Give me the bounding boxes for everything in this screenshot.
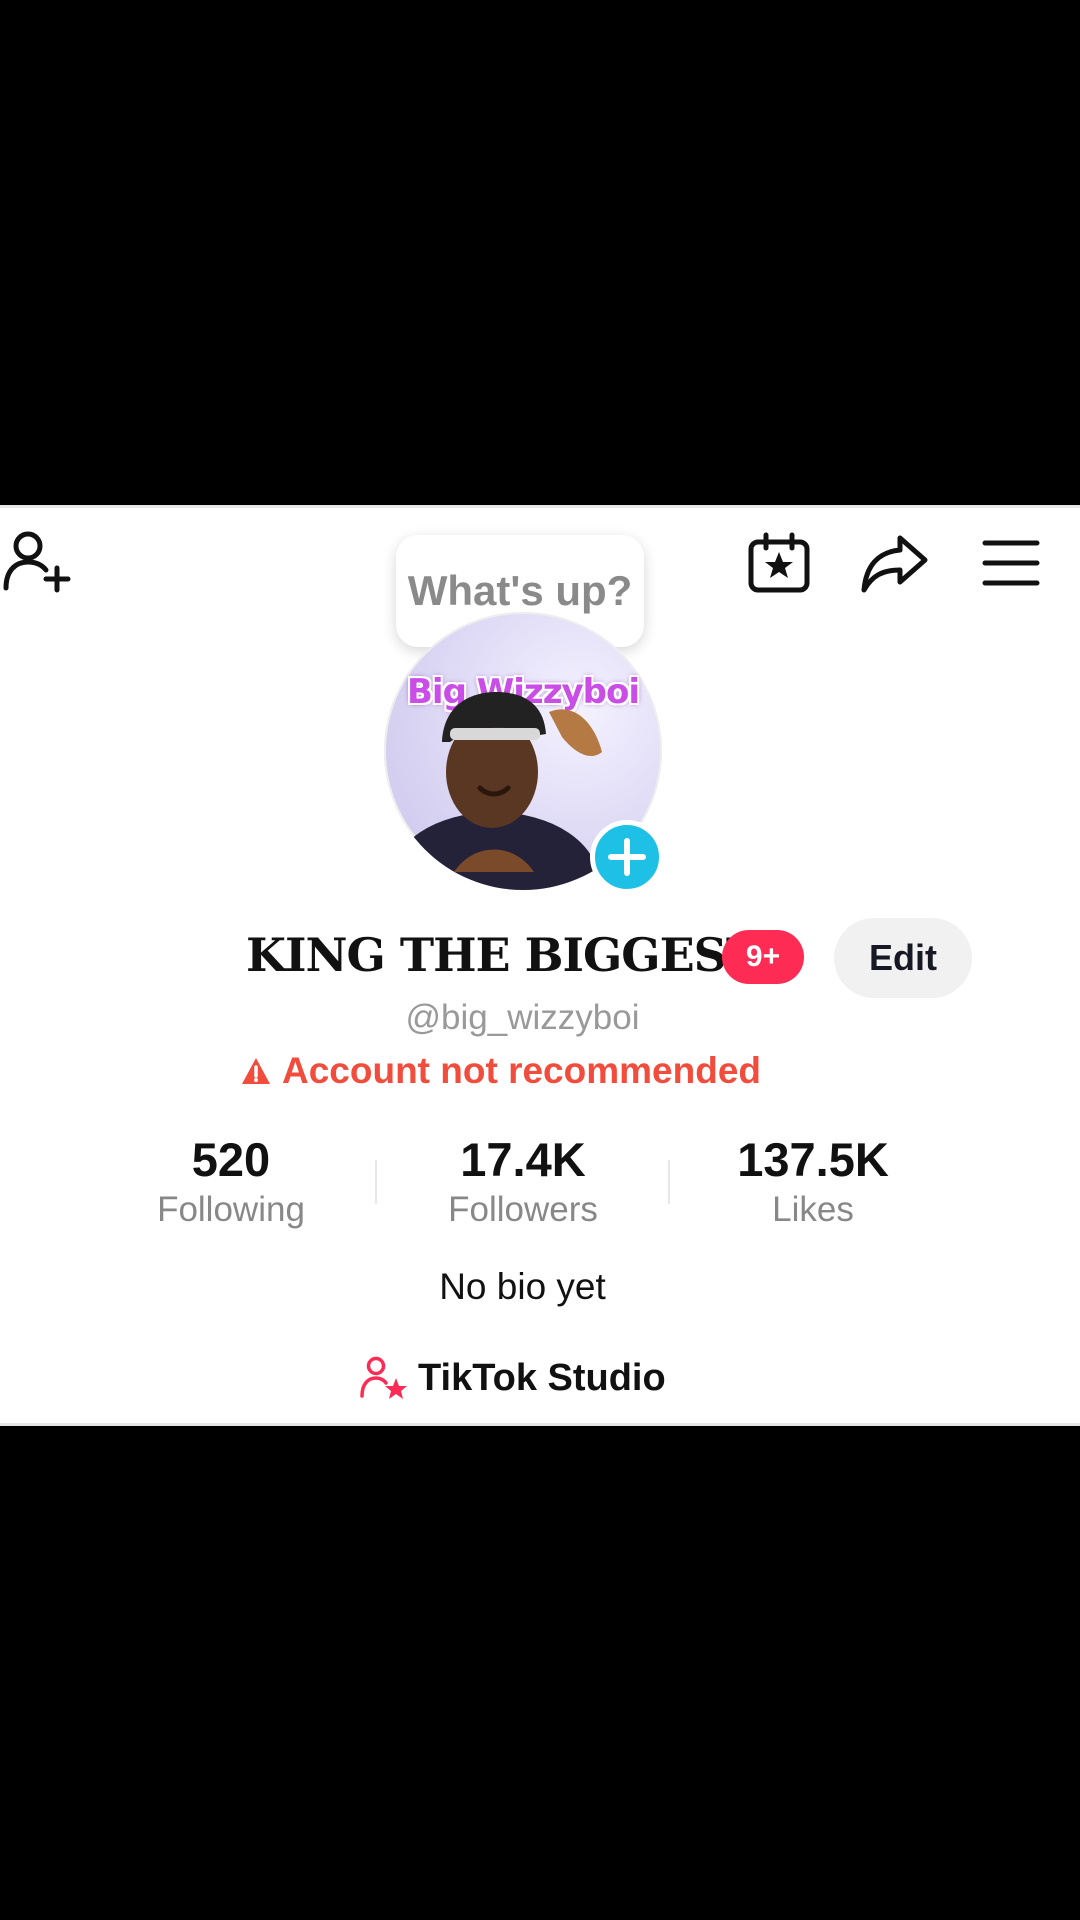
hamburger-menu-icon[interactable] (982, 538, 1040, 588)
stat-label: Following (157, 1190, 305, 1229)
stat-followers[interactable]: 17.4K Followers (403, 1132, 643, 1232)
plus-icon (608, 838, 646, 876)
edit-profile-button[interactable]: Edit (834, 918, 972, 998)
tiktok-studio-link[interactable]: TikTok Studio (360, 1356, 666, 1400)
share-arrow-icon[interactable] (860, 532, 930, 594)
add-friend-icon[interactable] (2, 528, 72, 594)
stat-divider (668, 1160, 670, 1204)
stat-likes[interactable]: 137.5K Likes (693, 1132, 933, 1232)
bio-text[interactable]: No bio yet (0, 1266, 1045, 1308)
notification-badge[interactable]: 9+ (722, 930, 804, 984)
stat-value: 520 (191, 1133, 271, 1186)
stat-divider (375, 1160, 377, 1204)
studio-label: TikTok Studio (418, 1356, 666, 1399)
display-name: KING THE BIGGEST (246, 928, 760, 982)
avatar-add-button[interactable] (590, 820, 664, 894)
stat-following[interactable]: 520 Following (111, 1132, 351, 1232)
stat-label: Likes (772, 1190, 854, 1229)
calendar-star-icon[interactable] (746, 532, 812, 594)
username: @big_wizzyboi (405, 998, 640, 1037)
tooltip-text: What's up? (407, 567, 633, 614)
warning-text: Account not recommended (282, 1050, 761, 1091)
person-star-icon (360, 1356, 407, 1399)
stat-value: 17.4K (460, 1133, 586, 1186)
stat-value: 137.5K (737, 1133, 889, 1186)
warning-triangle-icon (242, 1058, 270, 1084)
account-warning[interactable]: Account not recommended (240, 1050, 761, 1092)
stat-label: Followers (448, 1190, 598, 1229)
